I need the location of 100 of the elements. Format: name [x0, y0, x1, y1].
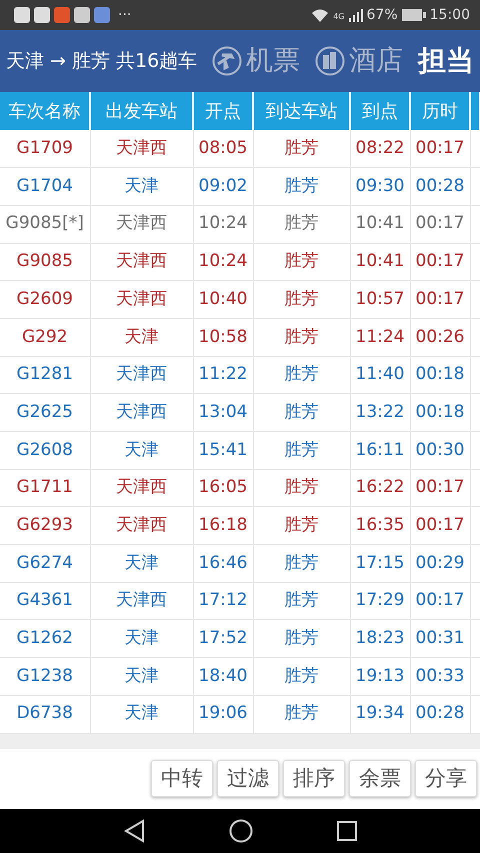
- station-name: 天津: [124, 666, 158, 686]
- station-name: 天津: [124, 440, 158, 460]
- duration-text: 00:17: [416, 138, 464, 158]
- time-text: 16:18: [198, 514, 248, 535]
- train-number-link[interactable]: G2609: [16, 288, 73, 309]
- train-number-link[interactable]: G1711: [16, 477, 73, 498]
- train-number-link[interactable]: D6738: [16, 703, 73, 724]
- station-name: 胜芳: [284, 477, 318, 498]
- column-header: 车次名称: [0, 92, 90, 130]
- duration-text: 00:17: [416, 514, 464, 535]
- toolbar-button[interactable]: 过滤: [217, 760, 279, 798]
- toolbar-button[interactable]: 分享: [415, 760, 477, 798]
- time-text: 10:24: [198, 251, 248, 272]
- time-text: 19:06: [198, 703, 248, 724]
- time-text: 11:24: [356, 326, 404, 347]
- time-text: 10:40: [198, 288, 248, 309]
- station-name: 天津西: [116, 288, 167, 309]
- time-text: 10:24: [198, 213, 248, 234]
- station-name: 胜芳: [284, 703, 318, 724]
- station-name: 胜芳: [284, 402, 318, 422]
- more-notifications: ···: [118, 6, 132, 24]
- toolbar-button[interactable]: 余票: [349, 760, 411, 798]
- toolbar-button[interactable]: 中转: [151, 760, 213, 798]
- time-text: 13:04: [198, 402, 248, 422]
- train-number-link[interactable]: G9085[*]: [6, 213, 84, 234]
- station-name: 胜芳: [284, 251, 318, 272]
- station-name: 天津西: [116, 251, 167, 272]
- flight-link[interactable]: 机票: [212, 40, 300, 82]
- time-text: 08:22: [356, 138, 404, 158]
- station-name: 胜芳: [284, 138, 318, 158]
- station-name: 天津: [124, 628, 158, 648]
- train-number-link[interactable]: G1238: [16, 666, 73, 686]
- station-name: 天津: [124, 176, 158, 196]
- time-text: 19:34: [356, 703, 404, 724]
- train-number-link[interactable]: G1709: [16, 138, 73, 158]
- column-header: 到达车站: [253, 92, 350, 130]
- time-text: 09:02: [198, 176, 248, 196]
- duration-text: 00:29: [416, 552, 464, 573]
- time-text: 18:40: [198, 666, 248, 686]
- duration-text: 00:33: [416, 666, 464, 686]
- duration-text: 00:31: [416, 628, 464, 648]
- station-name: 天津: [124, 552, 158, 573]
- station-name: 天津西: [116, 590, 167, 610]
- train-number-link[interactable]: G1262: [16, 628, 73, 648]
- signal-icon: [348, 8, 363, 22]
- train-number-link[interactable]: G6274: [16, 552, 73, 573]
- train-number-link[interactable]: G2608: [16, 440, 73, 460]
- time-text: 16:05: [198, 477, 248, 498]
- time-text: 17:15: [356, 552, 404, 573]
- station-name: 天津西: [116, 477, 167, 498]
- time-text: 10:57: [356, 288, 404, 309]
- clock: 15:00: [430, 6, 470, 24]
- toolbar-button[interactable]: 排序: [283, 760, 345, 798]
- network-type: 4G: [333, 10, 345, 22]
- time-text: 15:41: [198, 440, 248, 460]
- train-number-link[interactable]: G2625: [16, 402, 73, 422]
- recents-icon[interactable]: [337, 821, 357, 841]
- time-text: 16:35: [356, 514, 404, 535]
- time-text: 17:12: [198, 590, 248, 610]
- station-name: 胜芳: [284, 213, 318, 234]
- duration-text: 00:17: [416, 590, 464, 610]
- train-number-link[interactable]: G292: [22, 326, 68, 347]
- station-name: 胜芳: [284, 326, 318, 347]
- duration-text: 00:30: [416, 440, 464, 460]
- train-number-link[interactable]: G4361: [16, 590, 73, 610]
- duty-button[interactable]: 担当: [418, 40, 474, 82]
- train-number-link[interactable]: G6293: [16, 514, 73, 535]
- time-text: 13:22: [356, 402, 404, 422]
- back-icon[interactable]: [123, 819, 145, 843]
- duration-text: 00:18: [416, 364, 464, 384]
- station-name: 胜芳: [284, 440, 318, 460]
- station-name: 天津: [124, 703, 158, 724]
- home-icon[interactable]: [229, 819, 253, 843]
- column-header: 历时: [410, 92, 470, 130]
- train-number-link[interactable]: G1704: [16, 176, 73, 196]
- duration-text: 00:17: [416, 288, 464, 309]
- time-text: 19:13: [356, 666, 404, 686]
- route-title: 天津 → 胜芳 共16趟车: [6, 48, 198, 74]
- building-icon: [315, 46, 346, 76]
- station-name: 胜芳: [284, 288, 318, 309]
- wifi-icon: [311, 8, 330, 22]
- column-header: 开点: [193, 92, 253, 130]
- train-number-link[interactable]: G9085: [16, 251, 73, 272]
- duration-text: 00:17: [416, 251, 464, 272]
- time-text: 10:58: [198, 326, 248, 347]
- station-name: 天津西: [116, 514, 167, 535]
- hotel-link[interactable]: 酒店: [315, 40, 404, 82]
- station-name: 胜芳: [284, 666, 318, 686]
- time-text: 11:40: [356, 364, 404, 384]
- station-name: 胜芳: [284, 176, 318, 196]
- battery-icon: [402, 9, 426, 21]
- station-name: 天津: [124, 326, 158, 347]
- station-name: 胜芳: [284, 628, 318, 648]
- duration-text: 00:17: [416, 477, 464, 498]
- station-name: 胜芳: [284, 364, 318, 384]
- time-text: 10:41: [356, 213, 404, 234]
- time-text: 08:05: [198, 138, 248, 158]
- time-text: 16:22: [356, 477, 404, 498]
- train-number-link[interactable]: G1281: [16, 364, 73, 384]
- duration-text: 00:28: [416, 703, 464, 724]
